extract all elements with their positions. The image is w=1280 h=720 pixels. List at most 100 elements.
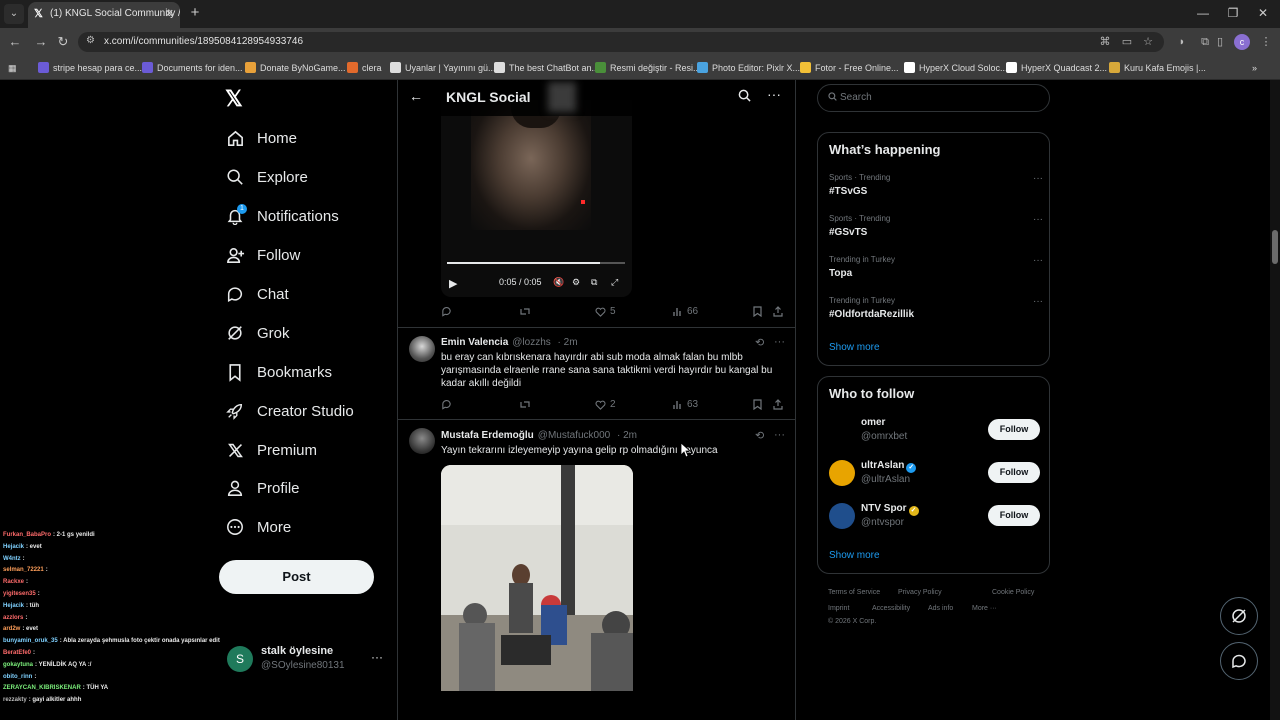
tab-list-button[interactable]: ⌄ [4,4,24,24]
bookmark-item[interactable]: Donate ByNoGame... [245,61,346,75]
show-more-link[interactable]: Show more [829,342,880,353]
views-button[interactable]: 66 [673,306,698,317]
more-dots-icon[interactable]: ··· [1033,296,1043,307]
bookmark-item[interactable]: Photo Editor: Pixlr X... [697,61,800,75]
sidebar-item-grok[interactable]: Grok [225,319,290,347]
profile-avatar[interactable]: c [1234,34,1250,50]
repost-icon[interactable] [519,399,535,410]
bookmark-item[interactable]: Kuru Kafa Emojis |... [1109,61,1206,75]
bookmark-icon[interactable] [753,306,766,317]
suggestion-name-row[interactable]: omer [861,417,885,428]
follow-button[interactable]: Follow [988,462,1040,483]
forward-arrow-icon[interactable]: → [32,33,50,51]
show-more-link[interactable]: Show more [829,550,880,561]
footer-link[interactable]: More ··· [972,605,997,612]
repost-icon[interactable] [519,306,535,317]
footer-link[interactable]: Privacy Policy [898,589,942,596]
views-button[interactable]: 63 [673,399,698,410]
more-dots-icon[interactable]: ··· [774,336,785,348]
bookmark-item[interactable]: stripe hesap para ce... [38,61,142,75]
footer-link[interactable]: Terms of Service [828,589,880,596]
trend-item[interactable]: Trending in Turkey Topa ··· [829,255,1043,285]
share-icon[interactable] [773,306,787,317]
follow-button[interactable]: Follow [988,505,1040,526]
avatar[interactable] [409,336,435,362]
avatar[interactable] [829,460,855,486]
like-button[interactable]: 5 [595,306,616,317]
follow-suggestion[interactable]: omer @omrxbet Follow [829,415,1041,445]
pip-icon[interactable]: ⧉ [591,277,597,288]
messages-fab-button[interactable] [1220,642,1258,680]
follow-suggestion[interactable]: ultrAslan ✓ @ultrAslan Follow [829,458,1041,488]
tweet-author[interactable]: Emin Valencia @lozzhs · 2m [441,337,578,348]
footer-link[interactable]: Cookie Policy [992,589,1034,596]
avatar[interactable] [409,428,435,454]
more-dots-icon[interactable]: ··· [1033,255,1043,266]
sidebar-item-home[interactable]: Home [225,124,297,152]
bookmark-item[interactable]: Fotor - Free Online... [800,61,899,75]
new-tab-button[interactable]: + [186,3,204,23]
video-player[interactable]: ▶ 0:05 / 0:05 🔇 ⚙ ⧉ ⤢ [441,100,632,297]
avatar[interactable] [829,417,855,443]
trend-item[interactable]: Sports · Trending #TSvGS ··· [829,173,1043,203]
sidebar-item-explore[interactable]: Explore [225,163,308,191]
footer-link[interactable]: Accessibility [872,605,910,612]
account-switcher[interactable]: S stalk öylesine @SOylesine80131 ··· [225,642,385,678]
footer-link[interactable]: Imprint [828,605,849,612]
footer-link[interactable]: Ads info [928,605,953,612]
sidebar-item-premium[interactable]: Premium [225,436,317,464]
grok-icon[interactable]: ⟲ [755,429,764,442]
tab-close-icon[interactable]: ✕ [165,2,174,26]
follow-suggestion[interactable]: NTV Spor ✓ @ntvspor Follow [829,501,1041,531]
suggestion-name-row[interactable]: ultrAslan ✓ [861,460,917,473]
bookmark-icon[interactable] [753,399,766,410]
minimize-button[interactable]: — [1188,4,1218,22]
play-icon[interactable]: ▶ [449,277,457,290]
avatar[interactable] [829,503,855,529]
sidebar-item-bookmarks[interactable]: Bookmarks [225,358,332,386]
tweet-author[interactable]: Mustafa Erdemoğlu @Mustafuck000 · 2m [441,430,637,441]
tweet-media[interactable] [441,465,633,691]
scrollbar[interactable] [1270,80,1280,720]
more-dots-icon[interactable]: ··· [1033,173,1043,184]
fullscreen-icon[interactable]: ⤢ [611,277,618,288]
site-info-icon[interactable]: ⚙ [86,35,95,46]
sidebar-item-profile[interactable]: Profile [225,474,300,502]
more-dots-icon[interactable]: ··· [1033,214,1043,225]
translate-icon[interactable]: ⌘ [1097,34,1113,50]
more-dots-icon[interactable]: ··· [767,86,781,102]
cast-icon[interactable]: ▭ [1119,34,1135,50]
star-icon[interactable]: ☆ [1140,34,1156,50]
extension-icon[interactable]: ◗ [1174,34,1190,50]
reload-icon[interactable]: ↻ [54,33,72,51]
bookmark-item[interactable]: clera [347,61,382,75]
trend-item[interactable]: Trending in Turkey #OldfortdaRezillik ··· [829,296,1043,326]
x-logo-icon[interactable]: 𝕏 [225,88,247,110]
maximize-button[interactable]: ❐ [1218,4,1248,22]
scrollbar-thumb[interactable] [1272,230,1278,264]
grok-icon[interactable]: ⟲ [755,336,764,349]
follow-button[interactable]: Follow [988,419,1040,440]
grok-fab-button[interactable] [1220,597,1258,635]
sidebar-item-creator-studio[interactable]: Creator Studio [225,397,354,425]
bookmark-item[interactable]: Uyanlar | Yayınını gü... [390,61,496,75]
address-bar[interactable]: ⚙ x.com/i/communities/189508412895493374… [78,32,1164,52]
back-arrow-icon[interactable]: ← [409,88,423,104]
search-input[interactable]: Search [817,84,1050,112]
puzzle-icon[interactable]: ⧉ [1197,34,1213,50]
more-dots-icon[interactable]: ··· [371,650,383,664]
more-dots-icon[interactable]: ··· [774,429,785,441]
search-icon[interactable] [738,89,751,105]
close-window-button[interactable]: ✕ [1248,4,1278,22]
reply-icon[interactable] [441,306,456,317]
bookmark-item[interactable]: HyperX Quadcast 2... [1006,61,1107,75]
bookmark-item[interactable]: The best ChatBot an... [494,61,599,75]
sidebar-item-notifications[interactable]: 1 Notifications [225,202,339,230]
share-icon[interactable] [773,399,787,410]
sidebar-item-chat[interactable]: Chat [225,280,289,308]
bookmark-item[interactable]: HyperX Cloud Soloc... [904,61,1008,75]
bookmark-item[interactable]: Resmi değiştir - Resi... [595,61,701,75]
reply-icon[interactable] [441,399,456,410]
suggestion-name-row[interactable]: NTV Spor ✓ [861,503,919,516]
apps-icon[interactable]: ▦ [8,61,17,75]
